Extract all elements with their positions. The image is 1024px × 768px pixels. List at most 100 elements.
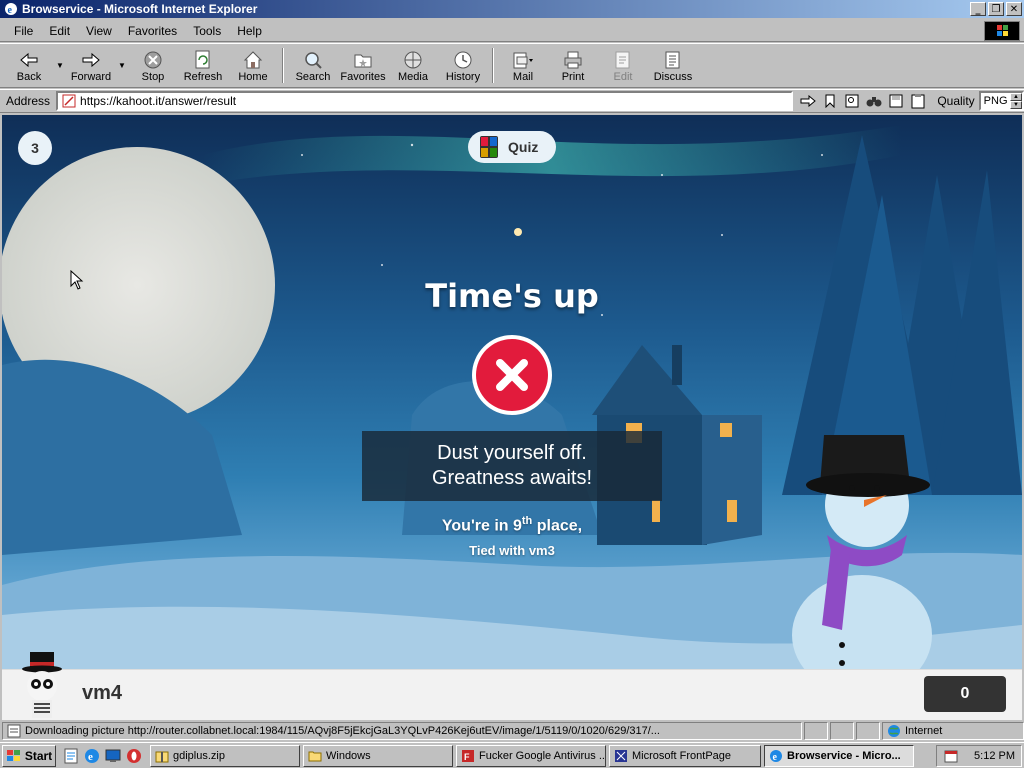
ie-quick-icon[interactable]: e bbox=[83, 747, 101, 765]
menu-favorites[interactable]: Favorites bbox=[120, 24, 185, 38]
task-windows-folder[interactable]: Windows bbox=[303, 744, 453, 767]
clipboard-icon[interactable] bbox=[909, 92, 927, 110]
refresh-button[interactable]: Refresh bbox=[178, 44, 228, 87]
find-page-icon[interactable] bbox=[843, 92, 861, 110]
zone-label: Internet bbox=[905, 725, 943, 737]
favorites-folder-icon bbox=[352, 49, 374, 71]
window-title: Browservice - Microsoft Internet Explore… bbox=[22, 2, 258, 16]
toolbar: Back ▼ Forward ▼ Stop Refresh Home Searc… bbox=[0, 43, 1024, 88]
encouragement-message: Dust yourself off. Greatness awaits! bbox=[362, 431, 662, 501]
window-controls: _ ❐ ✕ bbox=[970, 2, 1022, 16]
task-browservice[interactable]: e Browservice - Micro... bbox=[764, 744, 914, 767]
place-suffix: th bbox=[521, 515, 533, 527]
home-button[interactable]: Home bbox=[228, 44, 278, 87]
frontpage-icon bbox=[615, 749, 627, 762]
back-dropdown-icon[interactable]: ▼ bbox=[54, 44, 66, 87]
internet-globe-icon bbox=[888, 725, 900, 737]
search-icon bbox=[302, 49, 324, 71]
task-gdiplus[interactable]: gdiplus.zip bbox=[150, 744, 300, 767]
menu-view[interactable]: View bbox=[78, 24, 120, 38]
task-frontpage[interactable]: Microsoft FrontPage bbox=[609, 744, 761, 767]
forward-dropdown-icon[interactable]: ▼ bbox=[116, 44, 128, 87]
x-mark-icon bbox=[476, 339, 548, 411]
status-panel bbox=[856, 722, 880, 740]
windows-flag-icon bbox=[6, 749, 20, 761]
incorrect-badge bbox=[472, 335, 552, 415]
system-tray: 5:12 PM bbox=[936, 745, 1022, 767]
taskbar: Start e gdiplus.zip Windows F Fucker Goo… bbox=[0, 742, 1024, 768]
quality-select[interactable]: PNG ▲ ▼ bbox=[978, 91, 1024, 111]
title-bar: e Browservice - Microsoft Internet Explo… bbox=[0, 0, 1024, 18]
spin-down-icon[interactable]: ▼ bbox=[1010, 101, 1022, 109]
winter-scene-background bbox=[2, 125, 1022, 720]
menu-tools[interactable]: Tools bbox=[185, 24, 229, 38]
start-button[interactable]: Start bbox=[2, 744, 56, 767]
media-label: Media bbox=[398, 70, 428, 83]
folder-icon bbox=[308, 751, 322, 761]
history-label: History bbox=[445, 70, 481, 83]
ie-icon: e bbox=[5, 3, 17, 16]
desktop-icon[interactable] bbox=[104, 747, 122, 765]
edit-page-icon bbox=[612, 49, 634, 71]
page-icon bbox=[62, 94, 76, 108]
tied-with-text: Tied with vm3 bbox=[469, 543, 555, 558]
restore-button[interactable]: ❐ bbox=[988, 2, 1004, 16]
quiz-grid-icon bbox=[480, 136, 498, 158]
score-display: 0 bbox=[924, 676, 1006, 712]
message-line-2: Greatness awaits! bbox=[431, 467, 593, 489]
history-button[interactable]: History bbox=[438, 44, 488, 87]
edit-button[interactable]: Edit bbox=[598, 44, 648, 87]
history-clock-icon bbox=[452, 49, 474, 71]
ie-task-icon: e bbox=[770, 749, 782, 763]
save-page-icon[interactable] bbox=[887, 92, 905, 110]
toolbar-separator bbox=[492, 48, 494, 83]
quality-spinner[interactable]: ▲ ▼ bbox=[1010, 93, 1022, 109]
stop-button[interactable]: Stop bbox=[128, 44, 178, 87]
home-icon bbox=[242, 49, 264, 71]
binoculars-icon[interactable] bbox=[865, 92, 883, 110]
svg-text:e: e bbox=[8, 5, 13, 16]
svg-text:e: e bbox=[88, 751, 93, 763]
menu-edit[interactable]: Edit bbox=[41, 24, 78, 38]
media-button[interactable]: Media bbox=[388, 44, 438, 87]
opera-icon[interactable] bbox=[125, 747, 143, 765]
security-zone: Internet bbox=[882, 722, 1024, 740]
close-button[interactable]: ✕ bbox=[1006, 2, 1022, 16]
back-button[interactable]: Back bbox=[4, 44, 54, 87]
clock[interactable]: 5:12 PM bbox=[974, 750, 1015, 762]
address-input[interactable]: https://kahoot.it/answer/result bbox=[56, 91, 794, 111]
task-antivirus[interactable]: F Fucker Google Antivirus ... bbox=[456, 744, 606, 767]
scheduler-icon[interactable] bbox=[943, 748, 959, 764]
windows-logo-icon bbox=[984, 21, 1020, 41]
quiz-type-badge: Quiz bbox=[468, 131, 556, 163]
quality-label: Quality bbox=[937, 94, 975, 108]
menu-help[interactable]: Help bbox=[229, 24, 270, 38]
bookmark-icon[interactable] bbox=[821, 92, 839, 110]
edit-label: Edit bbox=[613, 70, 633, 83]
search-button[interactable]: Search bbox=[288, 44, 338, 87]
print-button[interactable]: Print bbox=[548, 44, 598, 87]
printer-icon bbox=[562, 49, 584, 71]
menu-file[interactable]: File bbox=[6, 24, 41, 38]
mail-button[interactable]: Mail bbox=[498, 44, 548, 87]
notepad-icon[interactable] bbox=[62, 747, 80, 765]
stop-icon bbox=[142, 49, 164, 71]
status-panel bbox=[830, 722, 854, 740]
refresh-icon bbox=[192, 49, 214, 71]
discuss-label: Discuss bbox=[653, 70, 693, 83]
forward-button[interactable]: Forward bbox=[66, 44, 116, 87]
task-label: gdiplus.zip bbox=[173, 749, 225, 762]
go-arrow-icon[interactable] bbox=[799, 92, 817, 110]
forward-label: Forward bbox=[70, 70, 112, 83]
minimize-button[interactable]: _ bbox=[970, 2, 986, 16]
favorites-button[interactable]: Favorites bbox=[338, 44, 388, 87]
address-label: Address bbox=[6, 94, 51, 108]
media-globe-icon bbox=[402, 49, 424, 71]
task-label: Microsoft FrontPage bbox=[632, 749, 732, 762]
place-number: 9 bbox=[512, 517, 522, 535]
print-label: Print bbox=[561, 70, 585, 83]
placement-text: You're in 9th place, bbox=[2, 515, 1022, 535]
status-panel bbox=[804, 722, 828, 740]
spin-up-icon[interactable]: ▲ bbox=[1010, 93, 1022, 101]
discuss-button[interactable]: Discuss bbox=[648, 44, 698, 87]
